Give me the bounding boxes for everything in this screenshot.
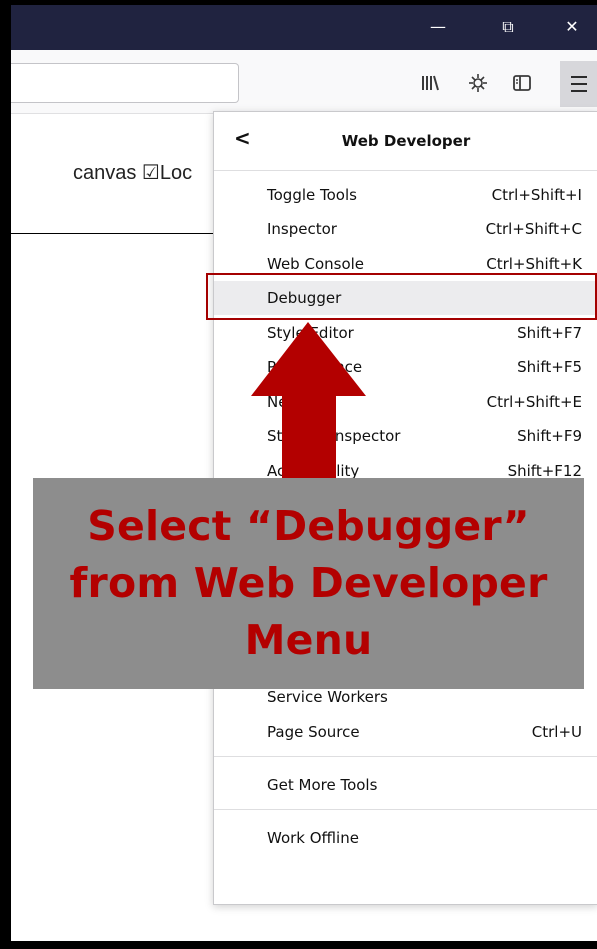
menu-item-shortcut: Ctrl+Shift+K xyxy=(486,255,582,273)
menu-item-shortcut: Shift+F7 xyxy=(517,324,582,342)
menu-item-work-offline[interactable]: Work Offline xyxy=(214,821,597,855)
menu-title: Web Developer xyxy=(341,132,471,150)
menu-item-label: Service Workers xyxy=(267,688,388,706)
menu-item-page-source[interactable]: Page Source Ctrl+U xyxy=(214,715,597,749)
open-menu-button[interactable] xyxy=(560,61,597,107)
up-arrow-annotation xyxy=(251,322,366,492)
menu-item-shortcut: Ctrl+Shift+C xyxy=(485,220,582,238)
page-divider xyxy=(11,233,215,234)
menu-separator xyxy=(214,809,597,810)
menu-item-label: Inspector xyxy=(267,220,337,238)
menu-item-shortcut: Ctrl+Shift+E xyxy=(486,393,582,411)
url-bar[interactable] xyxy=(0,63,239,103)
menu-item-shortcut: Ctrl+U xyxy=(531,723,582,741)
close-button[interactable]: ✕ xyxy=(557,12,587,42)
title-bar: — ⧉ ✕ xyxy=(0,0,597,50)
minimize-button[interactable]: — xyxy=(423,12,453,42)
menu-item-label: Toggle Tools xyxy=(267,186,357,204)
extension-icon[interactable] xyxy=(466,72,490,96)
library-icon[interactable] xyxy=(418,72,442,96)
hamburger-menu-icon xyxy=(571,76,587,92)
menu-separator xyxy=(214,756,597,757)
menu-item-label: Web Console xyxy=(267,255,365,273)
page-content-text: canvas ☑Loc xyxy=(73,162,193,184)
menu-item-label: Page Source xyxy=(267,723,360,741)
navigation-toolbar xyxy=(0,50,597,114)
menu-item-shortcut: Shift+F9 xyxy=(517,427,582,445)
instruction-callout: Select “Debugger” from Web Developer Men… xyxy=(33,478,584,689)
menu-item-label: Get More Tools xyxy=(267,776,378,794)
menu-item-shortcut: Shift+F5 xyxy=(517,358,582,376)
menu-item-get-more-tools[interactable]: Get More Tools xyxy=(214,768,597,802)
restore-button[interactable]: ⧉ xyxy=(493,12,523,42)
menu-item-toggle-tools[interactable]: Toggle Tools Ctrl+Shift+I xyxy=(214,178,597,212)
menu-item-inspector[interactable]: Inspector Ctrl+Shift+C xyxy=(214,212,597,246)
debugger-highlight-box xyxy=(206,273,597,320)
menu-item-label: Work Offline xyxy=(267,829,359,847)
menu-item-shortcut: Ctrl+Shift+I xyxy=(491,186,582,204)
callout-text: Select “Debugger” from Web Developer Men… xyxy=(69,502,548,664)
sidebar-icon[interactable] xyxy=(510,72,534,96)
menu-header: < Web Developer xyxy=(214,112,597,171)
